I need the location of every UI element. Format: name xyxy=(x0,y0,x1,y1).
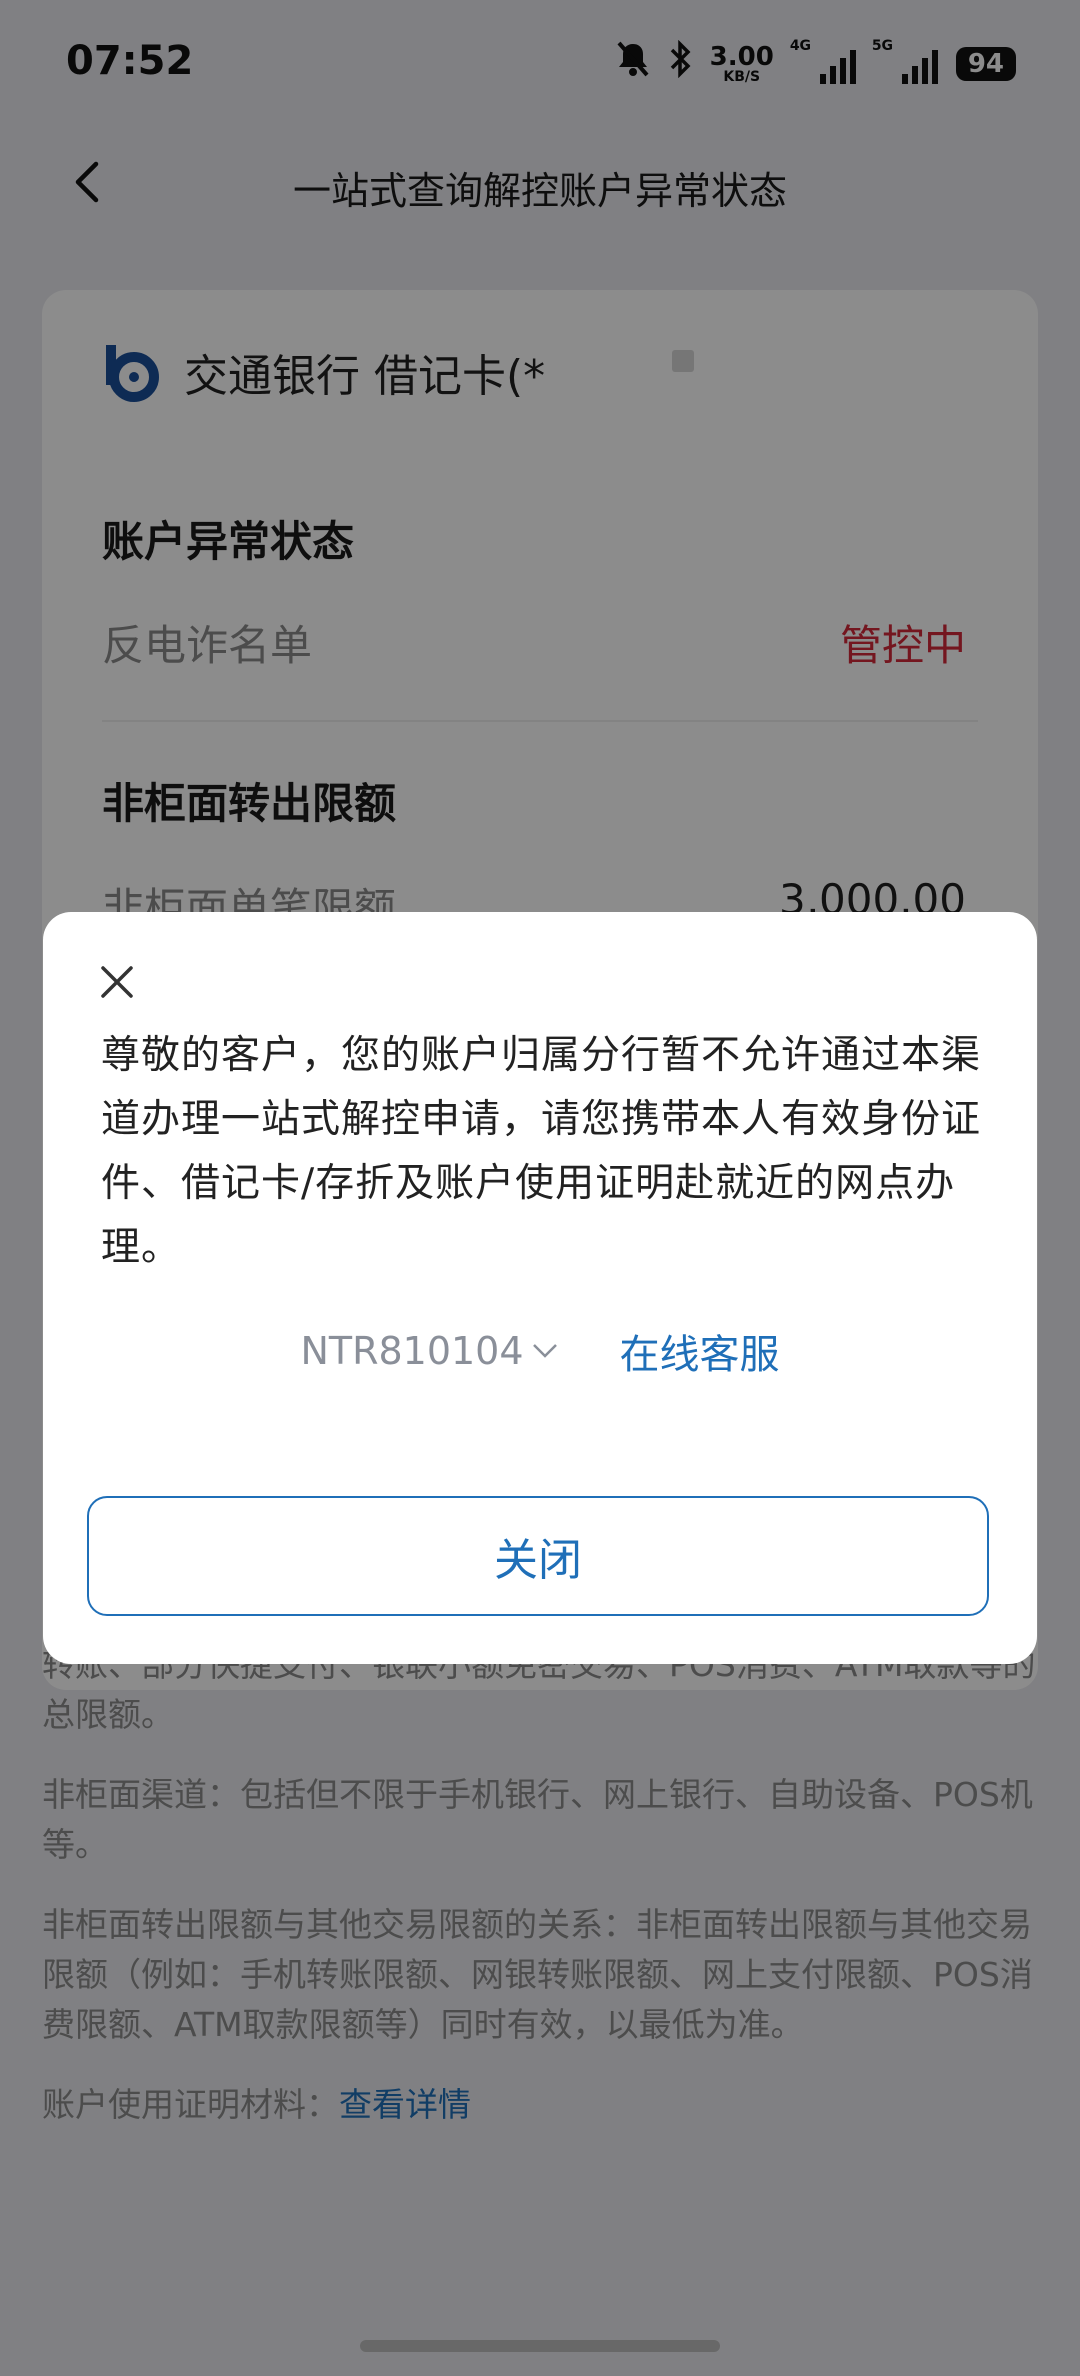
dialog-actions-row: NTR810104 在线客服 xyxy=(43,1322,1037,1380)
dialog-message: 尊敬的客户，您的账户归属分行暂不允许通过本渠道办理一站式解控申请，请您携带本人有… xyxy=(101,1033,982,1270)
online-service-link[interactable]: 在线客服 xyxy=(620,1322,780,1380)
close-icon[interactable] xyxy=(87,952,147,1012)
notice-dialog: 尊敬的客户，您的账户归属分行暂不允许通过本渠道办理一站式解控申请，请您携带本人有… xyxy=(43,912,1037,1664)
chevron-down-icon xyxy=(532,1344,557,1358)
code-dropdown[interactable]: NTR810104 xyxy=(300,1329,559,1373)
code-text: NTR810104 xyxy=(300,1329,524,1373)
close-button[interactable]: 关闭 xyxy=(87,1496,989,1616)
